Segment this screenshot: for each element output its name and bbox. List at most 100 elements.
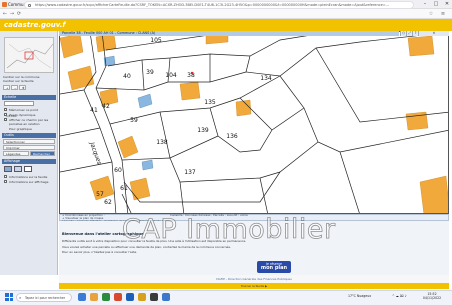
close-button[interactable]: ✕ bbox=[442, 0, 452, 9]
zoom-dynamic-label: Zoom dynamique bbox=[9, 113, 36, 117]
print-tool-button[interactable]: Imprimer bbox=[3, 145, 55, 150]
clock-date: 04/11/2022 bbox=[422, 296, 442, 300]
building bbox=[129, 177, 151, 201]
edge-browser-icon[interactable] bbox=[102, 293, 110, 301]
pan-button[interactable]: ✥ bbox=[19, 85, 26, 90]
parcel-label: 61 bbox=[120, 185, 128, 192]
footer-bottom[interactable]: Tourner la feuille ▶ bbox=[59, 283, 449, 289]
footer-link[interactable]: DGFiP - Direction Générale des Finances … bbox=[59, 275, 449, 283]
tools-section-header: Outils bbox=[2, 133, 56, 138]
parcel-label: 136 bbox=[226, 133, 238, 140]
pool bbox=[137, 93, 153, 109]
building bbox=[179, 81, 201, 101]
parcel-label: 104 bbox=[165, 72, 177, 79]
firefox-icon bbox=[2, 2, 7, 7]
center-feuille-link[interactable]: Centrer sur la feuille bbox=[3, 79, 34, 83]
site-logo[interactable]: cadastre.gouv.f bbox=[4, 20, 65, 30]
parcel-label: 57 bbox=[96, 191, 104, 198]
parcel-label: 40 bbox=[123, 73, 131, 80]
info-line-2: Vous voulez acheter une parcelle ou effe… bbox=[62, 245, 231, 249]
parcel-label: 134 bbox=[260, 75, 272, 82]
lock-icon bbox=[28, 4, 31, 7]
cadastral-map[interactable]: 105 40 39 104 38 134 42 41 59 135 139 13… bbox=[59, 31, 449, 214]
zoom-dynamic-checkbox[interactable] bbox=[4, 113, 7, 116]
info-feuille-label: Informations sur la feuille bbox=[9, 175, 48, 179]
overview-minimap[interactable] bbox=[4, 37, 54, 73]
building bbox=[60, 33, 84, 59]
building bbox=[67, 65, 95, 91]
parcel-label: 137 bbox=[184, 169, 196, 176]
afficher-checkbox[interactable] bbox=[4, 118, 7, 121]
firefox-taskbar-icon[interactable] bbox=[150, 293, 158, 301]
back-icon[interactable]: ← bbox=[2, 10, 8, 18]
legend-tool-button[interactable]: Légendes bbox=[3, 151, 29, 156]
weather-app-icon[interactable] bbox=[78, 293, 86, 301]
scale-input[interactable]: 1/1000 bbox=[4, 101, 34, 118]
taskbar-search[interactable]: ⌕ Tapez ici pour rechercher bbox=[16, 293, 72, 302]
photos-icon[interactable] bbox=[162, 293, 170, 301]
parcel-label: 62 bbox=[104, 199, 112, 206]
memorize-checkbox[interactable] bbox=[4, 108, 7, 111]
map-close-icon[interactable]: ✕ bbox=[418, 31, 449, 36]
graphique-label: Pour graphique bbox=[9, 127, 32, 131]
search-button[interactable]: Rechercher bbox=[30, 151, 55, 156]
photo-view-icon[interactable] bbox=[14, 166, 22, 172]
windows-start-icon[interactable] bbox=[5, 293, 13, 301]
memorize-label: Mémoriser ce point bbox=[9, 108, 38, 112]
zoom-controls: + − ✥ bbox=[3, 85, 55, 93]
info-feuille-checkbox[interactable] bbox=[4, 175, 7, 178]
building bbox=[235, 99, 252, 117]
select-tool-button[interactable]: Sélectionner bbox=[3, 139, 55, 144]
map-view-icon[interactable] bbox=[4, 166, 12, 172]
map-title-bar: Parcelle 38 - Feuille 000 AH 01 - Commun… bbox=[59, 31, 399, 36]
parcel-label: 139 bbox=[197, 127, 209, 134]
plain-view-icon[interactable] bbox=[24, 166, 32, 172]
pool bbox=[141, 159, 154, 171]
minimap-drawing bbox=[6, 43, 54, 69]
menu-icon[interactable]: ≡ bbox=[440, 10, 446, 18]
reload-icon[interactable]: ⟳ bbox=[16, 10, 22, 18]
street-label: Jacques bbox=[88, 140, 103, 165]
parcel-label: 42 bbox=[102, 103, 110, 110]
clock[interactable]: 15:52 04/11/2022 bbox=[420, 292, 444, 300]
scale-section-header: Échelle bbox=[2, 95, 56, 100]
tray-icons[interactable]: ^ ☁ ⌧ ♪ bbox=[392, 294, 407, 298]
search-icon: ⌕ bbox=[19, 295, 22, 300]
parcel-label: 39 bbox=[146, 69, 154, 76]
parcel-label: 60 bbox=[114, 167, 122, 174]
weather-status[interactable]: 17°C Nuageux bbox=[348, 294, 371, 298]
selected-parcel-marker bbox=[190, 71, 194, 75]
zoom-out-button[interactable]: − bbox=[11, 85, 18, 90]
parcel-label: 41 bbox=[90, 107, 98, 114]
app-header bbox=[0, 19, 452, 31]
minimize-button[interactable]: – bbox=[420, 0, 430, 9]
url-bar[interactable]: https://www.cadastre.gouv.fr/scpc/affich… bbox=[24, 1, 414, 9]
info-line-3: Pour en savoir plus, n'hésitez pas à con… bbox=[62, 250, 138, 254]
task-view-icon[interactable] bbox=[90, 293, 98, 301]
search-placeholder: Tapez ici pour rechercher bbox=[25, 296, 66, 300]
reserve-plan-button[interactable]: Je réserve mon plan bbox=[257, 261, 291, 273]
map-title: Parcelle 38 - Feuille 000 AH 01 - Commun… bbox=[62, 31, 156, 35]
info-affichage-checkbox[interactable] bbox=[4, 180, 7, 183]
url-text: https://www.cadastre.gouv.fr/scpc/affich… bbox=[35, 3, 390, 7]
display-section-header: Affichage bbox=[2, 159, 56, 164]
zoom-in-button[interactable]: + bbox=[3, 85, 10, 90]
navigation-bar bbox=[0, 9, 452, 19]
afficher-label: Afficher ce chemin par les parcelles en … bbox=[9, 118, 49, 126]
parcel-label: 135 bbox=[204, 99, 216, 106]
parcel-label: 105 bbox=[150, 37, 162, 44]
parcel-label: 138 bbox=[156, 139, 168, 146]
building bbox=[117, 135, 139, 159]
watermark: CAP Immobilier bbox=[122, 214, 336, 245]
building bbox=[419, 175, 448, 213]
file-explorer-icon[interactable] bbox=[114, 293, 122, 301]
parcel-label: 59 bbox=[130, 117, 138, 124]
maximize-button[interactable]: □ bbox=[431, 0, 441, 9]
mail-icon[interactable] bbox=[138, 293, 146, 301]
cadastral-map-drawing: 105 40 39 104 38 134 42 41 59 135 139 13… bbox=[60, 32, 448, 213]
star-icon[interactable]: ☆ bbox=[428, 10, 434, 18]
forward-icon[interactable]: → bbox=[9, 10, 15, 18]
info-affichage-label: Informations sur affichage bbox=[9, 180, 49, 184]
building bbox=[407, 35, 435, 57]
store-icon[interactable] bbox=[126, 293, 134, 301]
